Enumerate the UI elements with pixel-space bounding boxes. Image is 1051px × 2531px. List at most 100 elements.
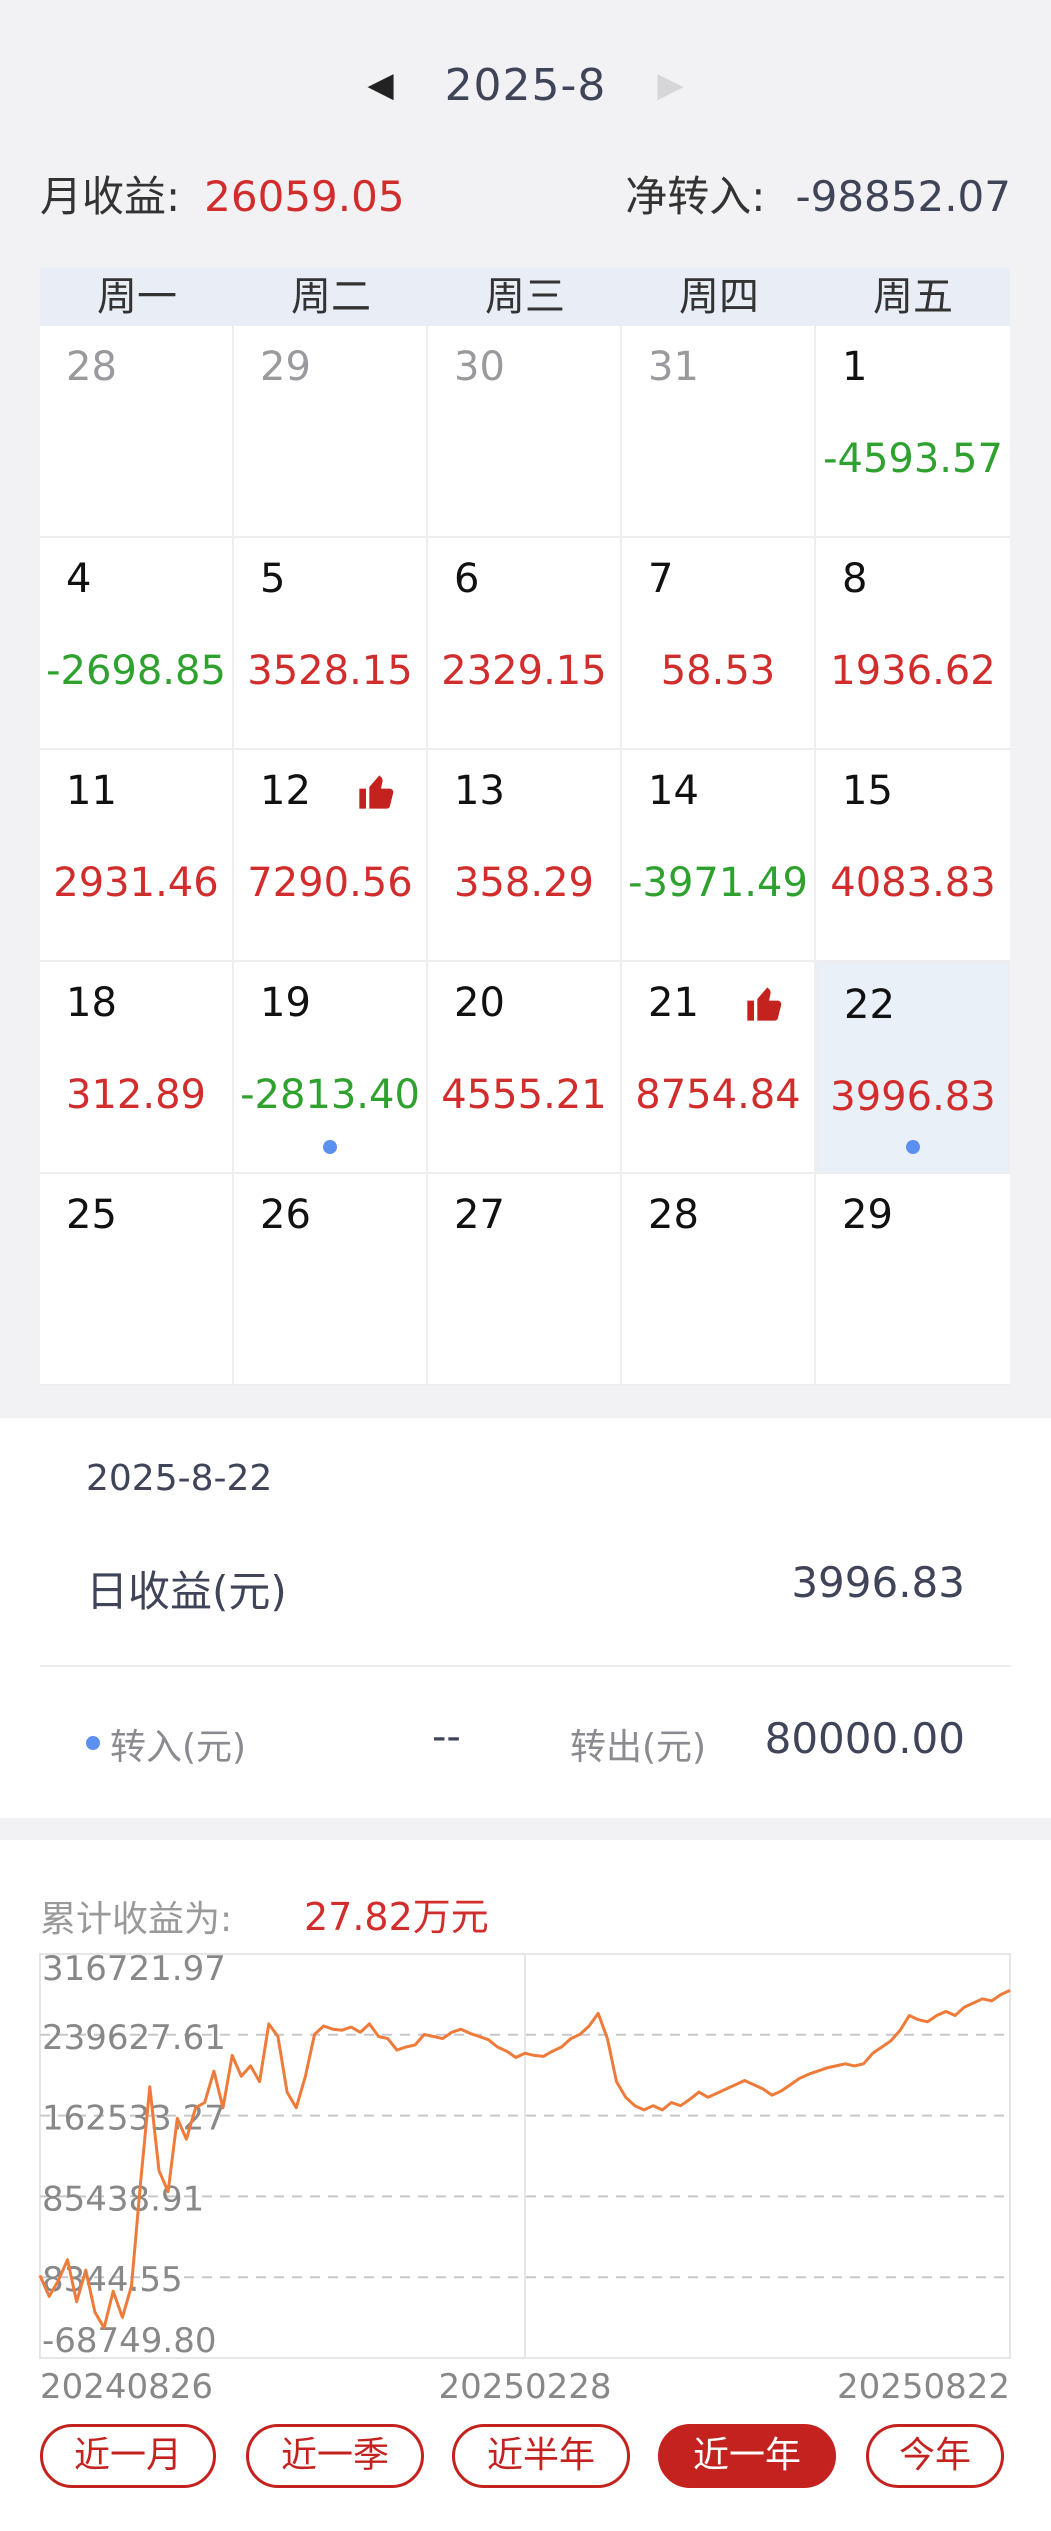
day-income-value: 312.89 (66, 1072, 206, 1118)
day-income-value: -2813.40 (240, 1072, 420, 1118)
day-income-value: 3996.83 (830, 1074, 996, 1120)
day-number: 20 (454, 980, 505, 1026)
calendar-day-cell[interactable]: 31 (622, 326, 816, 538)
calendar-day-cell[interactable]: 20 4555.21 (428, 962, 622, 1174)
day-income-value: -4593.57 (823, 436, 1003, 482)
weekday-label: 周一 (97, 274, 177, 320)
transfer-dot-icon (906, 1140, 920, 1154)
day-income-value: 58.53 (660, 648, 776, 694)
calendar-day-cell[interactable]: 29 (234, 326, 428, 538)
day-number: 14 (648, 768, 699, 814)
day-detail-panel: 2025-8-22 日收益(元) 3996.83 转入(元) -- 转出(元) … (0, 1418, 1051, 1818)
calendar-grid: 28 29 30 31 1 -4593.57 4 -2698.85 5 3528.15 6 2329.… (40, 326, 1010, 1386)
weekday-label: 周四 (679, 274, 759, 320)
calendar-day-cell[interactable]: 13 358.29 (428, 750, 622, 962)
day-number: 5 (260, 556, 286, 602)
day-number: 15 (842, 768, 893, 814)
day-number: 11 (66, 768, 117, 814)
day-number: 26 (260, 1192, 311, 1238)
calendar-day-cell[interactable]: 15 4083.83 (816, 750, 1010, 962)
day-income-value: 4555.21 (441, 1072, 607, 1118)
calendar-day-cell[interactable]: 8 1936.62 (816, 538, 1010, 750)
range-button[interactable]: 近一月 (40, 2424, 216, 2488)
day-income-value: 2329.15 (441, 648, 607, 694)
day-number: 21 (648, 980, 699, 1026)
calendar-day-cell[interactable]: 5 3528.15 (234, 538, 428, 750)
month-income: 月收益: 26059.05 (40, 163, 405, 224)
next-month-icon[interactable]: ▶ (650, 52, 690, 118)
divider (40, 1665, 1011, 1667)
month-income-value: 26059.05 (204, 171, 405, 221)
calendar-day-cell[interactable]: 21 8754.84 (622, 962, 816, 1174)
day-number: 19 (260, 980, 311, 1026)
x-tick-label: 20240826 (40, 2367, 213, 2400)
calendar-day-cell[interactable]: 28 (622, 1174, 816, 1386)
calendar-day-cell[interactable]: 19 -2813.40 (234, 962, 428, 1174)
transfer-out-label: 转出(元) (570, 1727, 707, 1768)
net-transfer-value: -98852.07 (795, 171, 1011, 221)
calendar-day-cell[interactable]: 12 7290.56 (234, 750, 428, 962)
weekday-label: 周二 (291, 274, 371, 320)
calendar-day-cell[interactable]: 14 -3971.49 (622, 750, 816, 962)
day-number: 4 (66, 556, 92, 602)
detail-date: 2025-8-22 (86, 1458, 273, 1499)
day-number: 25 (66, 1192, 117, 1238)
range-button[interactable]: 今年 (866, 2424, 1004, 2488)
y-tick-label: 85438.91 (42, 2179, 204, 2219)
transfer-dot-icon (323, 1140, 337, 1154)
range-button[interactable]: 近一季 (246, 2424, 424, 2488)
calendar-day-cell[interactable]: 26 (234, 1174, 428, 1386)
weekday-label: 周五 (873, 274, 953, 320)
calendar-day-cell[interactable]: 25 (40, 1174, 234, 1386)
range-button[interactable]: 近一年 (658, 2424, 836, 2488)
y-tick-label: 239627.61 (42, 2018, 226, 2058)
calendar-day-cell[interactable]: 4 -2698.85 (40, 538, 234, 750)
day-number: 13 (454, 768, 505, 814)
range-button[interactable]: 近半年 (452, 2424, 630, 2488)
y-tick-label: -68749.80 (42, 2321, 217, 2361)
calendar-day-cell[interactable]: 11 2931.46 (40, 750, 234, 962)
weekday-header: 周一 周二 周三 周四 周五 (40, 268, 1010, 326)
day-income-value: 4083.83 (830, 860, 996, 906)
transfer-out-value: 80000.00 (764, 1714, 965, 1763)
day-number: 29 (842, 1192, 893, 1238)
calendar-day-cell[interactable]: 1 -4593.57 (816, 326, 1010, 538)
previous-month-icon[interactable]: ◀ (361, 52, 401, 118)
calendar-day-cell[interactable]: 28 (40, 326, 234, 538)
day-number: 27 (454, 1192, 505, 1238)
monthly-summary: 月收益: 26059.05 净转入: -98852.07 (40, 158, 1011, 228)
daily-income-value: 3996.83 (791, 1558, 965, 1607)
x-tick-label: 20250228 (438, 2367, 611, 2400)
day-income-value: 3528.15 (247, 648, 413, 694)
calendar-day-cell[interactable]: 22 3996.83 (816, 962, 1010, 1174)
day-number: 18 (66, 980, 117, 1026)
thumbs-up-icon (359, 775, 394, 809)
day-income-value: 8754.84 (635, 1072, 801, 1118)
day-number: 28 (648, 1192, 699, 1238)
day-income-value: 1936.62 (830, 648, 996, 694)
calendar-day-cell[interactable]: 30 (428, 326, 622, 538)
day-number: 29 (260, 344, 311, 390)
income-calendar: 周一 周二 周三 周四 周五 28 29 30 31 1 -4593.57 4 -2698.8… (40, 268, 1010, 1386)
month-income-label: 月收益: (40, 171, 181, 221)
calendar-day-cell[interactable]: 29 (816, 1174, 1010, 1386)
day-number: 12 (260, 768, 311, 814)
day-income-value: 7290.56 (247, 860, 413, 906)
net-transfer: 净转入: -98852.07 (625, 163, 1011, 224)
month-label: 2025-8 (444, 59, 607, 111)
calendar-day-cell[interactable]: 6 2329.15 (428, 538, 622, 750)
transfer-in-value: -- (432, 1714, 461, 1760)
day-income-value: 358.29 (454, 860, 594, 906)
day-number: 30 (454, 344, 505, 390)
day-number: 8 (842, 556, 868, 602)
x-tick-label: 20250822 (837, 2367, 1010, 2400)
calendar-day-cell[interactable]: 27 (428, 1174, 622, 1386)
calendar-day-cell[interactable]: 7 58.53 (622, 538, 816, 750)
daily-income-label: 日收益(元) (86, 1567, 287, 1616)
day-income-value: 2931.46 (53, 860, 219, 906)
day-income-value: -3971.49 (628, 860, 808, 906)
y-tick-label: 316721.97 (42, 1949, 226, 1989)
calendar-day-cell[interactable]: 18 312.89 (40, 962, 234, 1174)
day-number: 7 (648, 556, 674, 602)
cumulative-income-chart[interactable]: 316721.97239627.61162533.2785438.918344.… (0, 1840, 1051, 2400)
